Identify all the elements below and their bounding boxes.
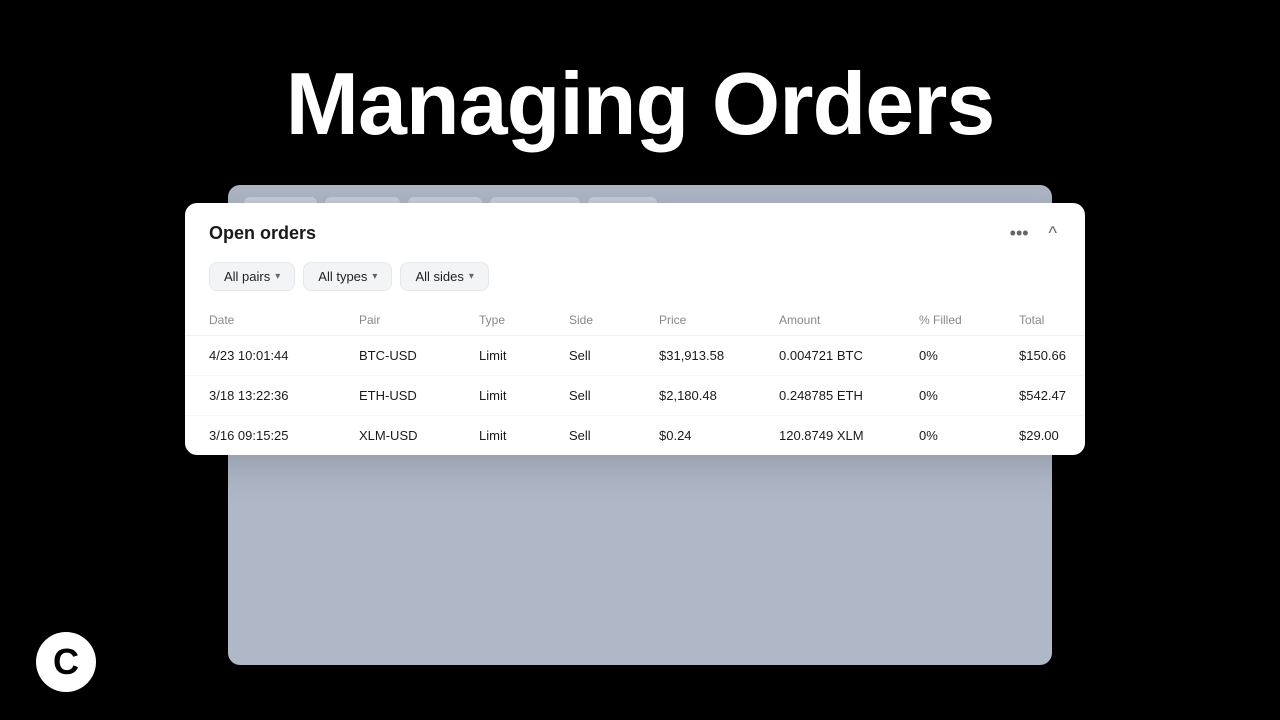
order-side: Sell [569, 428, 659, 443]
all-types-filter[interactable]: All types ▾ [303, 262, 392, 291]
table-row[interactable]: 3/16 09:15:25 XLM-USD Limit Sell $0.24 1… [185, 416, 1085, 455]
order-date: 3/18 13:22:36 [209, 388, 359, 403]
order-price: $2,180.48 [659, 388, 779, 403]
order-date: 4/23 10:01:44 [209, 348, 359, 363]
order-pct-filled: 0% [919, 348, 1019, 363]
order-pct-filled: 0% [919, 388, 1019, 403]
col-price: Price [659, 313, 779, 327]
order-type: Limit [479, 348, 569, 363]
all-pairs-filter[interactable]: All pairs ▾ [209, 262, 295, 291]
collapse-button[interactable]: ^ [1045, 221, 1061, 246]
chevron-down-icon: ▾ [372, 271, 377, 282]
order-pair: ETH-USD [359, 388, 479, 403]
order-price: $0.24 [659, 428, 779, 443]
order-total: $542.47 [1019, 388, 1085, 403]
all-sides-filter[interactable]: All sides ▾ [400, 262, 488, 291]
order-amount: 0.248785 ETH [779, 388, 919, 403]
collapse-icon: ^ [1049, 223, 1057, 244]
modal-header-actions: ••• ^ [1006, 221, 1061, 246]
col-total: Total [1019, 313, 1085, 327]
page-headline: Managing Orders [0, 60, 1280, 148]
filter-row: All pairs ▾ All types ▾ All sides ▾ [185, 256, 1085, 305]
order-amount: 120.8749 XLM [779, 428, 919, 443]
table-header: Date Pair Type Side Price Amount % Fille… [185, 305, 1085, 336]
col-pair: Pair [359, 313, 479, 327]
modal-header: Open orders ••• ^ [185, 203, 1085, 256]
order-pair: BTC-USD [359, 348, 479, 363]
order-type: Limit [479, 428, 569, 443]
chevron-down-icon: ▾ [469, 271, 474, 282]
order-price: $31,913.58 [659, 348, 779, 363]
col-side: Side [569, 313, 659, 327]
table-row[interactable]: 4/23 10:01:44 BTC-USD Limit Sell $31,913… [185, 336, 1085, 376]
order-side: Sell [569, 348, 659, 363]
col-date: Date [209, 313, 359, 327]
svg-text:C: C [53, 641, 79, 682]
order-pct-filled: 0% [919, 428, 1019, 443]
col-type: Type [479, 313, 569, 327]
chevron-down-icon: ▾ [275, 271, 280, 282]
col-amount: Amount [779, 313, 919, 327]
order-type: Limit [479, 388, 569, 403]
order-pair: XLM-USD [359, 428, 479, 443]
order-amount: 0.004721 BTC [779, 348, 919, 363]
more-options-button[interactable]: ••• [1006, 221, 1033, 246]
order-total: $29.00 [1019, 428, 1085, 443]
order-date: 3/16 09:15:25 [209, 428, 359, 443]
more-options-icon: ••• [1010, 223, 1029, 244]
order-side: Sell [569, 388, 659, 403]
modal-title: Open orders [209, 223, 316, 244]
order-total: $150.66 [1019, 348, 1085, 363]
table-row[interactable]: 3/18 13:22:36 ETH-USD Limit Sell $2,180.… [185, 376, 1085, 416]
coinbase-logo: C [36, 632, 96, 692]
col-pct-filled: % Filled [919, 313, 1019, 327]
orders-table: Date Pair Type Side Price Amount % Fille… [185, 305, 1085, 455]
open-orders-modal: Open orders ••• ^ All pairs ▾ All types … [185, 203, 1085, 455]
